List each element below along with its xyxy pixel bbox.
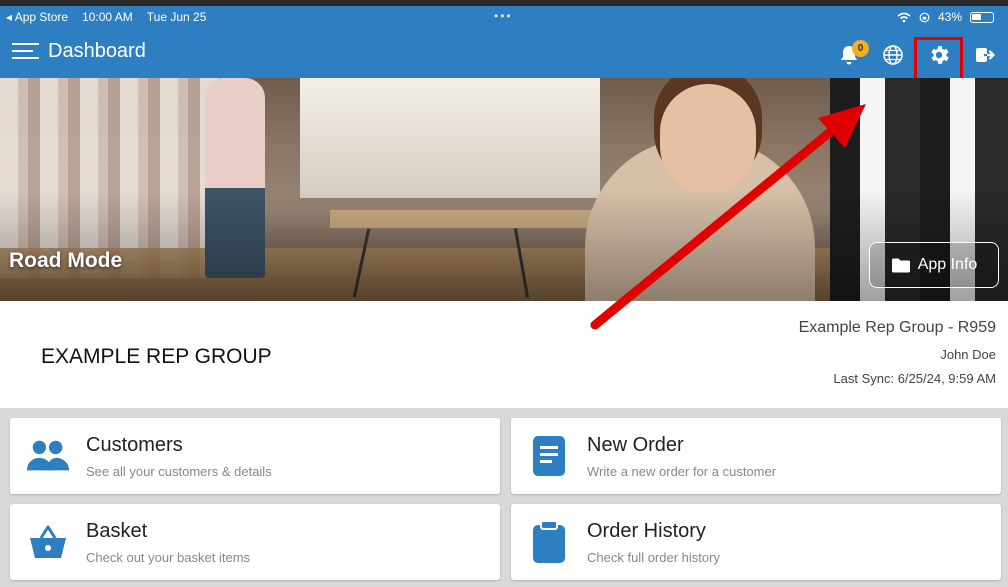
page-title: Dashboard xyxy=(48,40,146,62)
new-order-subtitle: Write a new order for a customer xyxy=(587,464,777,479)
orientation-lock-icon xyxy=(919,12,930,22)
status-time: 10:00 AM xyxy=(82,10,133,24)
basket-title: Basket xyxy=(86,520,148,542)
customers-subtitle: See all your customers & details xyxy=(86,464,272,479)
hero-banner-image: Road Mode App Info xyxy=(0,78,1008,301)
battery-icon xyxy=(970,11,994,23)
notification-count-badge: 0 xyxy=(852,40,869,57)
account-info-panel: EXAMPLE REP GROUP Example Rep Group - R9… xyxy=(0,301,1008,408)
customers-tile[interactable]: Customers See all your customers & detai… xyxy=(10,418,500,494)
battery-percent: 43% xyxy=(937,10,962,24)
customers-title: Customers xyxy=(86,434,183,456)
order-history-tile[interactable]: Order History Check full order history xyxy=(511,504,1001,580)
user-name: John Doe xyxy=(940,347,996,362)
settings-highlight-box xyxy=(914,37,963,82)
road-mode-label: Road Mode xyxy=(9,249,123,272)
status-date: Tue Jun 25 xyxy=(146,10,207,24)
rep-group-name: Example Rep Group - R959 xyxy=(798,319,996,336)
customers-icon xyxy=(26,434,70,478)
logout-icon[interactable] xyxy=(972,42,998,68)
basket-tile[interactable]: Basket Check out your basket items xyxy=(10,504,500,580)
globe-icon[interactable] xyxy=(880,42,906,68)
basket-icon xyxy=(26,520,70,564)
basket-subtitle: Check out your basket items xyxy=(86,550,251,565)
multitasking-dots-icon[interactable]: ••• xyxy=(494,9,513,23)
new-order-title: New Order xyxy=(587,434,684,456)
clipboard-icon xyxy=(527,520,571,564)
last-sync-text: Last Sync: 6/25/24, 9:59 AM xyxy=(833,371,996,386)
app-info-label: App Info xyxy=(917,256,978,273)
company-name: EXAMPLE REP GROUP xyxy=(41,345,272,368)
wifi-icon xyxy=(897,12,911,22)
order-history-title: Order History xyxy=(587,520,706,542)
document-icon xyxy=(527,434,571,478)
app-info-button[interactable]: App Info xyxy=(869,242,999,288)
top-navigation-bar: ◂ App Store 10:00 AM Tue Jun 25 ••• 43% … xyxy=(0,0,1008,82)
status-bar: ◂ App Store 10:00 AM Tue Jun 25 ••• 43% xyxy=(0,6,1008,28)
order-history-subtitle: Check full order history xyxy=(587,550,720,565)
new-order-tile[interactable]: New Order Write a new order for a custom… xyxy=(511,418,1001,494)
menu-icon[interactable] xyxy=(12,43,39,59)
app-window: ◂ App Store 10:00 AM Tue Jun 25 ••• 43% … xyxy=(0,0,1008,587)
back-to-app-store-link[interactable]: ◂ App Store xyxy=(6,10,68,24)
folder-icon xyxy=(891,258,910,273)
